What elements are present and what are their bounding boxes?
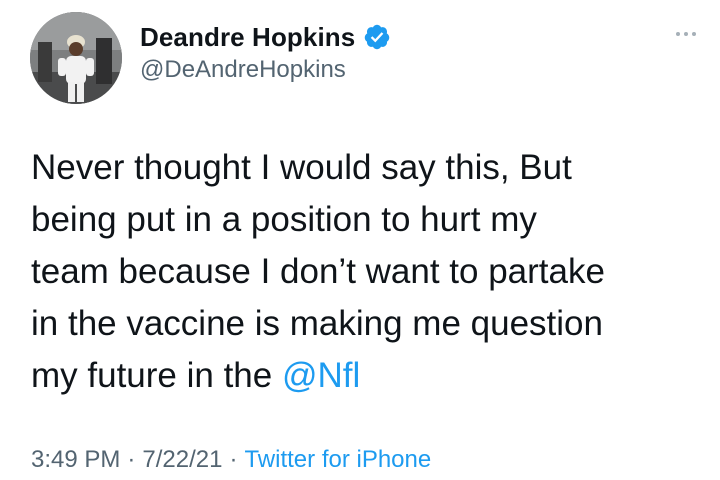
avatar[interactable] [30,12,122,104]
dot [692,32,696,36]
avatar-photo [30,12,122,104]
tweet-meta: 3:49 PM · 7/22/21 · Twitter for iPhone [31,446,431,474]
tweet-line: Never thought I would say this, But [31,148,572,187]
tweet-time[interactable]: 3:49 PM [31,446,120,474]
more-options-icon[interactable] [666,24,706,44]
tweet-line: team because I don’t want to partake [31,252,605,291]
mention-link[interactable]: @Nfl [282,356,360,395]
display-name[interactable]: Deandre Hopkins [140,22,355,53]
tweet-line-text: my future in the [31,356,282,395]
user-handle[interactable]: @DeAndreHopkins [140,56,346,84]
separator: · [127,446,136,473]
dot [684,32,688,36]
tweet-card: Deandre Hopkins @DeAndreHopkins Never th… [0,0,720,480]
name-row: Deandre Hopkins [140,19,391,55]
tweet-line-last: my future in the @Nfl [31,350,701,402]
separator: · [229,446,238,473]
tweet-text: Never thought I would say this, But bein… [31,142,701,402]
verified-badge-icon [363,23,391,51]
tweet-source-link[interactable]: Twitter for iPhone [244,446,431,474]
dot [676,32,680,36]
tweet-line: in the vaccine is making me question [31,304,603,343]
tweet-line: being put in a position to hurt my [31,200,537,239]
tweet-date[interactable]: 7/22/21 [142,446,222,474]
